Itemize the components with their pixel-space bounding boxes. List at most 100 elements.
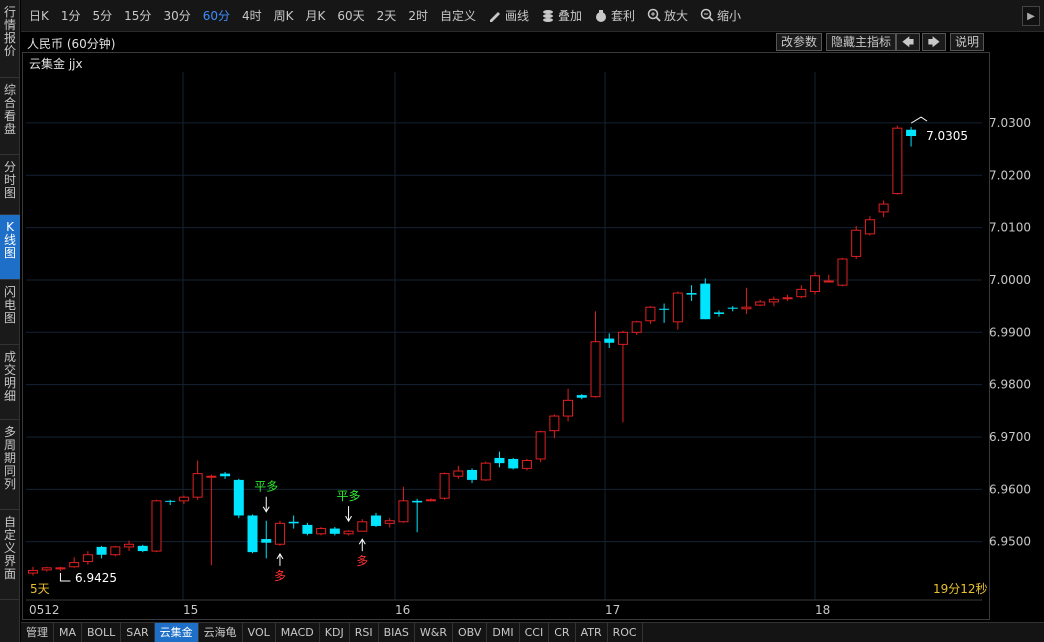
indicator-tab-3[interactable]: SAR [121, 623, 155, 642]
y-tick-label: 6.9500 [989, 535, 1031, 549]
candle [220, 472, 231, 479]
candle [55, 566, 66, 571]
indicator-tab-10[interactable]: BIAS [379, 623, 415, 642]
last-price-leader [910, 116, 928, 124]
candle-body [508, 458, 519, 469]
candle-body [741, 306, 752, 310]
indicator-tab-16[interactable]: ATR [576, 623, 608, 642]
candle-body [727, 307, 738, 309]
candle-body [864, 219, 875, 235]
candle [453, 465, 464, 479]
candle-body [590, 341, 601, 398]
candle [425, 498, 436, 502]
candle-body [480, 462, 491, 481]
candle [782, 294, 793, 301]
candle-body [563, 399, 574, 417]
indicator-tab-12[interactable]: OBV [453, 623, 488, 642]
candle-body [233, 479, 244, 516]
candle-body [672, 292, 683, 323]
candle-body [782, 297, 793, 300]
candle-body [604, 338, 615, 343]
indicator-tab-4[interactable]: 云集金 [154, 623, 199, 642]
indicator-tab-17[interactable]: ROC [608, 623, 643, 642]
candle [659, 303, 670, 323]
indicator-tab-14[interactable]: CCI [520, 623, 550, 642]
low-price-label: 6.9425 [75, 571, 117, 585]
indicator-tab-2[interactable]: BOLL [82, 623, 122, 642]
candle [302, 522, 313, 536]
low-price-leader [59, 572, 71, 582]
candle [274, 520, 285, 546]
candle [617, 330, 628, 423]
candle-body [371, 515, 381, 526]
candle-body [851, 229, 862, 257]
candle-body [206, 475, 217, 478]
indicator-tab-7[interactable]: MACD [276, 623, 320, 642]
indicator-tab-15[interactable]: CR [549, 623, 576, 642]
candle-body [878, 203, 889, 213]
candle-body [288, 521, 299, 524]
indicator-tab-8[interactable]: KDJ [320, 623, 350, 642]
candle [371, 512, 381, 528]
candle [439, 472, 450, 500]
candle [645, 306, 656, 324]
candle [288, 515, 299, 529]
indicator-tab-6[interactable]: VOL [243, 623, 276, 642]
candle-body [329, 528, 340, 534]
candle-body [549, 415, 560, 432]
candle [631, 320, 642, 335]
candle [494, 451, 505, 468]
candlestick-chart[interactable]: 7.0300 7.0200 7.0100 7.0000 6.9900 6.9800 6.97… [0, 0, 1044, 622]
candle-body [412, 500, 423, 503]
indicator-tab-5[interactable]: 云海龟 [199, 623, 243, 642]
x-tick-label: 0512 [29, 603, 60, 617]
candle [28, 566, 38, 576]
candle [563, 388, 574, 422]
candle [261, 520, 272, 559]
candle-body [55, 567, 66, 570]
candle-body [384, 520, 395, 524]
candle-body [82, 554, 93, 563]
candle-body [69, 562, 80, 568]
candle [535, 430, 546, 463]
kline-app: 行情报价 综合看盘 分时图 K线图 闪电图 成交明细 多周期同列 自定义界面 日K 1分 5分 15… [0, 0, 1044, 642]
y-tick-label: 6.9600 [989, 482, 1031, 496]
candle-body [659, 308, 670, 310]
candle-body [906, 129, 917, 137]
candle [137, 544, 148, 553]
candle [508, 457, 519, 470]
candle-body [535, 431, 546, 460]
candle [892, 125, 903, 195]
candle [96, 545, 107, 559]
signal-close-long-label: 平多 [254, 480, 278, 494]
candle [384, 518, 395, 528]
candle-body [41, 567, 52, 571]
indicator-tab-1[interactable]: MA [54, 623, 83, 642]
y-tick-label: 6.9800 [989, 378, 1031, 392]
candle-body [755, 301, 766, 306]
candle [604, 333, 615, 348]
candle-body [124, 543, 135, 548]
candle [741, 287, 752, 314]
candle [247, 514, 258, 554]
candle [41, 566, 52, 572]
candle [82, 551, 93, 565]
candle [124, 540, 135, 552]
signal-close-long-label: 平多 [337, 489, 361, 503]
candle-body [316, 528, 327, 535]
candle [549, 414, 560, 439]
candle-body [425, 499, 436, 502]
candle [165, 499, 176, 506]
candle-body [617, 331, 628, 345]
candle-body [631, 321, 642, 333]
indicator-tab-13[interactable]: DMI [487, 623, 520, 642]
candle [823, 274, 834, 283]
indicator-tab-9[interactable]: RSI [350, 623, 379, 642]
indicator-tab-0[interactable]: 管理 [21, 623, 54, 642]
candle-body [768, 298, 779, 303]
candle [206, 474, 217, 566]
candle-body [247, 515, 258, 553]
x-tick-label: 16 [395, 603, 410, 617]
indicator-tab-11[interactable]: W&R [415, 623, 453, 642]
candle [727, 306, 738, 312]
